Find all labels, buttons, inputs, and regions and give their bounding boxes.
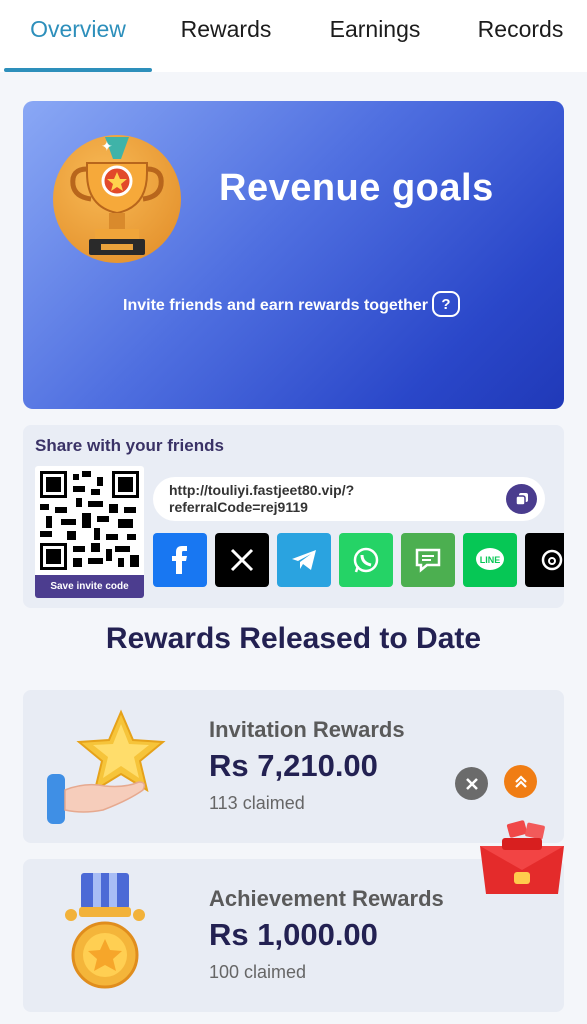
active-tab-indicator [4, 68, 152, 72]
tab-label: Overview [30, 15, 126, 42]
tab-label: Records [477, 15, 564, 42]
facebook-icon[interactable] [153, 533, 207, 587]
star-hand-icon [41, 704, 171, 829]
telegram-icon[interactable] [277, 533, 331, 587]
reward-label: Invitation Rewards [209, 717, 405, 742]
tab-records[interactable]: Records [454, 0, 587, 72]
chevron-up-icon[interactable] [504, 765, 537, 798]
tab-label: Earnings [329, 15, 421, 42]
reward-label: Achievement Rewards [209, 886, 444, 911]
tab-bar: Overview Rewards Earnings Records [0, 0, 587, 72]
threads-icon[interactable] [525, 533, 564, 587]
tab-overview[interactable]: Overview [0, 0, 156, 72]
rewards-heading: Rewards Released to Date [105, 622, 482, 655]
sms-icon[interactable] [401, 533, 455, 587]
reward-claimed-count: 113 claimed [209, 793, 305, 813]
line-icon[interactable]: LINE [463, 533, 517, 587]
social-share-row: LINE [153, 533, 564, 587]
reward-claimed-count: 100 claimed [209, 962, 307, 982]
tab-label: Rewards [180, 15, 272, 42]
banner-title: Revenue goals [219, 167, 494, 209]
share-card: Share with your friends Save invite code [23, 425, 564, 608]
reward-amount: Rs 1,000.00 [209, 917, 378, 952]
tab-earnings[interactable]: Earnings [296, 0, 454, 72]
save-invite-code-button[interactable]: Save invite code [35, 575, 144, 598]
referral-link-field[interactable]: http://touliyi.fastjeet80.vip/? referral… [153, 477, 545, 521]
medal-icon [41, 873, 171, 998]
referral-link: http://touliyi.fastjeet80.vip/? referral… [169, 482, 355, 515]
qr-code: Save invite code [35, 466, 144, 598]
banner-subtitle: Invite friends and earn rewards together [123, 297, 428, 314]
svg-text:LINE: LINE [480, 555, 501, 565]
x-icon[interactable] [215, 533, 269, 587]
svg-text:✦: ✦ [101, 138, 113, 154]
copy-icon[interactable] [506, 484, 537, 514]
share-title: Share with your friends [35, 436, 224, 455]
close-icon[interactable] [455, 767, 488, 800]
revenue-goals-banner: ✦ Revenue goals Invite friends and earn … [23, 101, 564, 409]
question-icon[interactable]: ? [432, 291, 460, 317]
qr-code-icon [40, 471, 139, 570]
reward-amount: Rs 7,210.00 [209, 748, 378, 783]
tab-rewards[interactable]: Rewards [156, 0, 296, 72]
whatsapp-icon[interactable] [339, 533, 393, 587]
red-envelope-gift-icon[interactable] [474, 820, 570, 900]
trophy-icon: ✦ [53, 129, 181, 264]
